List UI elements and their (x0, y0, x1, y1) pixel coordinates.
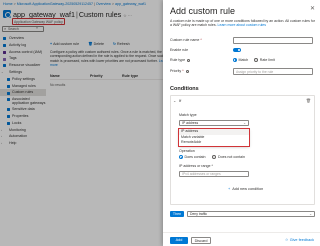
conditions-heading: Conditions (170, 86, 199, 92)
rule-type-label: Rule type (170, 58, 191, 62)
then-label: Then (170, 211, 184, 217)
operation-does-contain-option[interactable]: Does contain (179, 155, 205, 160)
chevron-down-icon[interactable]: ⌄ (173, 98, 176, 103)
chevron-down-icon: ⌄ (243, 121, 246, 125)
enable-rule-label: Enable rule (170, 48, 189, 52)
plus-icon: + (228, 187, 231, 191)
radio-icon (254, 57, 259, 62)
rule-type-match-option[interactable]: Match (233, 58, 248, 62)
operation-radio-group: Does contain Does not contain (179, 155, 245, 160)
info-icon[interactable] (187, 58, 191, 62)
operation-label: Operation (179, 149, 195, 153)
panel-footer: Add Discard ☺ Give feedback (163, 232, 320, 246)
rule-name-label: Custom rule name * (170, 38, 202, 42)
add-custom-rule-panel: Add custom rule ✕ A custom rule is made … (163, 0, 320, 246)
radio-selected-icon (179, 155, 183, 160)
action-select[interactable]: Deny traffic ⌄ (187, 211, 315, 217)
radio-icon (212, 155, 217, 160)
radio-selected-icon (233, 57, 237, 62)
required-marker: * (182, 69, 184, 73)
match-type-select[interactable]: IP address ⌄ (179, 120, 249, 126)
condition-card: ⌄ If 🗑 Match type IP address ⌄ IP addres… (170, 95, 315, 205)
add-button[interactable]: Add (170, 237, 188, 244)
operation-does-not-contain-option[interactable]: Does not contain (212, 155, 245, 160)
delete-condition-icon[interactable]: 🗑 (306, 98, 311, 103)
panel-title: Add custom rule (170, 6, 236, 16)
custom-rules-link[interactable]: Learn more about custom rules (218, 23, 266, 27)
ip-address-input[interactable]: IPv4 addresses or ranges (179, 171, 249, 177)
required-marker: * (211, 164, 213, 168)
chevron-down-icon: ⌄ (309, 212, 312, 216)
match-type-label: Match type (179, 113, 197, 117)
match-type-dropdown: IP address Match variable RemoteAddr (178, 128, 250, 147)
info-icon[interactable] (185, 69, 189, 73)
dropdown-option-remoteaddr[interactable]: RemoteAddr (179, 140, 249, 146)
required-marker: * (200, 38, 202, 42)
feedback-icon: ☺ (284, 238, 289, 242)
feedback-link[interactable]: ☺ Give feedback (285, 238, 314, 242)
ip-address-label: IP address or range * (179, 164, 213, 168)
add-condition-button[interactable]: + Add new condition (228, 187, 263, 191)
panel-description: A custom rule is made up of one or more … (170, 19, 315, 28)
modal-overlay[interactable] (0, 0, 170, 246)
enable-rule-toggle[interactable] (233, 48, 241, 52)
priority-label: Priority * (170, 69, 189, 73)
priority-input[interactable]: Assign priority to the rule (233, 68, 313, 75)
close-icon[interactable]: ✕ (310, 5, 315, 12)
rule-type-rate-limit-option[interactable]: Rate limit (254, 57, 275, 62)
discard-button[interactable]: Discard (191, 237, 211, 244)
condition-name: If (179, 98, 182, 103)
rule-type-radio-group: Match Rate limit (233, 58, 280, 62)
rule-name-input[interactable] (233, 37, 313, 44)
